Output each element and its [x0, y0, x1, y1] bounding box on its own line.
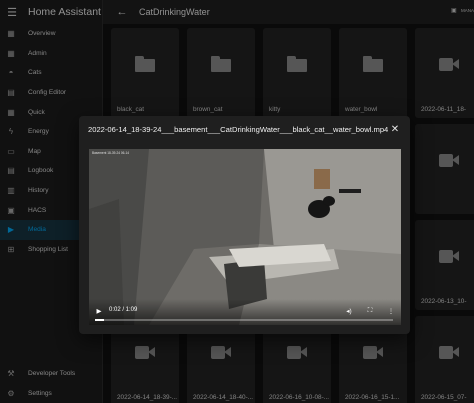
video-player[interactable]: Basement 18-39-24 06-14 ▶ 0:02 / 1:09 ◂)… — [89, 149, 401, 325]
more-vert-icon[interactable]: ⋮ — [387, 307, 395, 315]
video-progress-bar[interactable] — [95, 319, 393, 321]
video-progress-fill — [95, 319, 104, 321]
video-timestamp-overlay: Basement 18-39-24 06-14 — [92, 151, 130, 155]
fullscreen-icon[interactable]: ⛶ — [366, 307, 374, 315]
play-icon[interactable]: ▶ — [95, 307, 103, 315]
close-icon[interactable]: ✕ — [390, 124, 400, 135]
video-controls: ▶ 0:02 / 1:09 ◂) ⛶ ⋮ — [89, 299, 401, 325]
media-player-dialog: 2022-06-14_18-39-24___basement___CatDrin… — [79, 116, 410, 334]
dialog-title: 2022-06-14_18-39-24___basement___CatDrin… — [88, 125, 389, 134]
video-time: 0:02 / 1:09 — [109, 307, 138, 313]
volume-icon[interactable]: ◂) — [345, 307, 353, 315]
